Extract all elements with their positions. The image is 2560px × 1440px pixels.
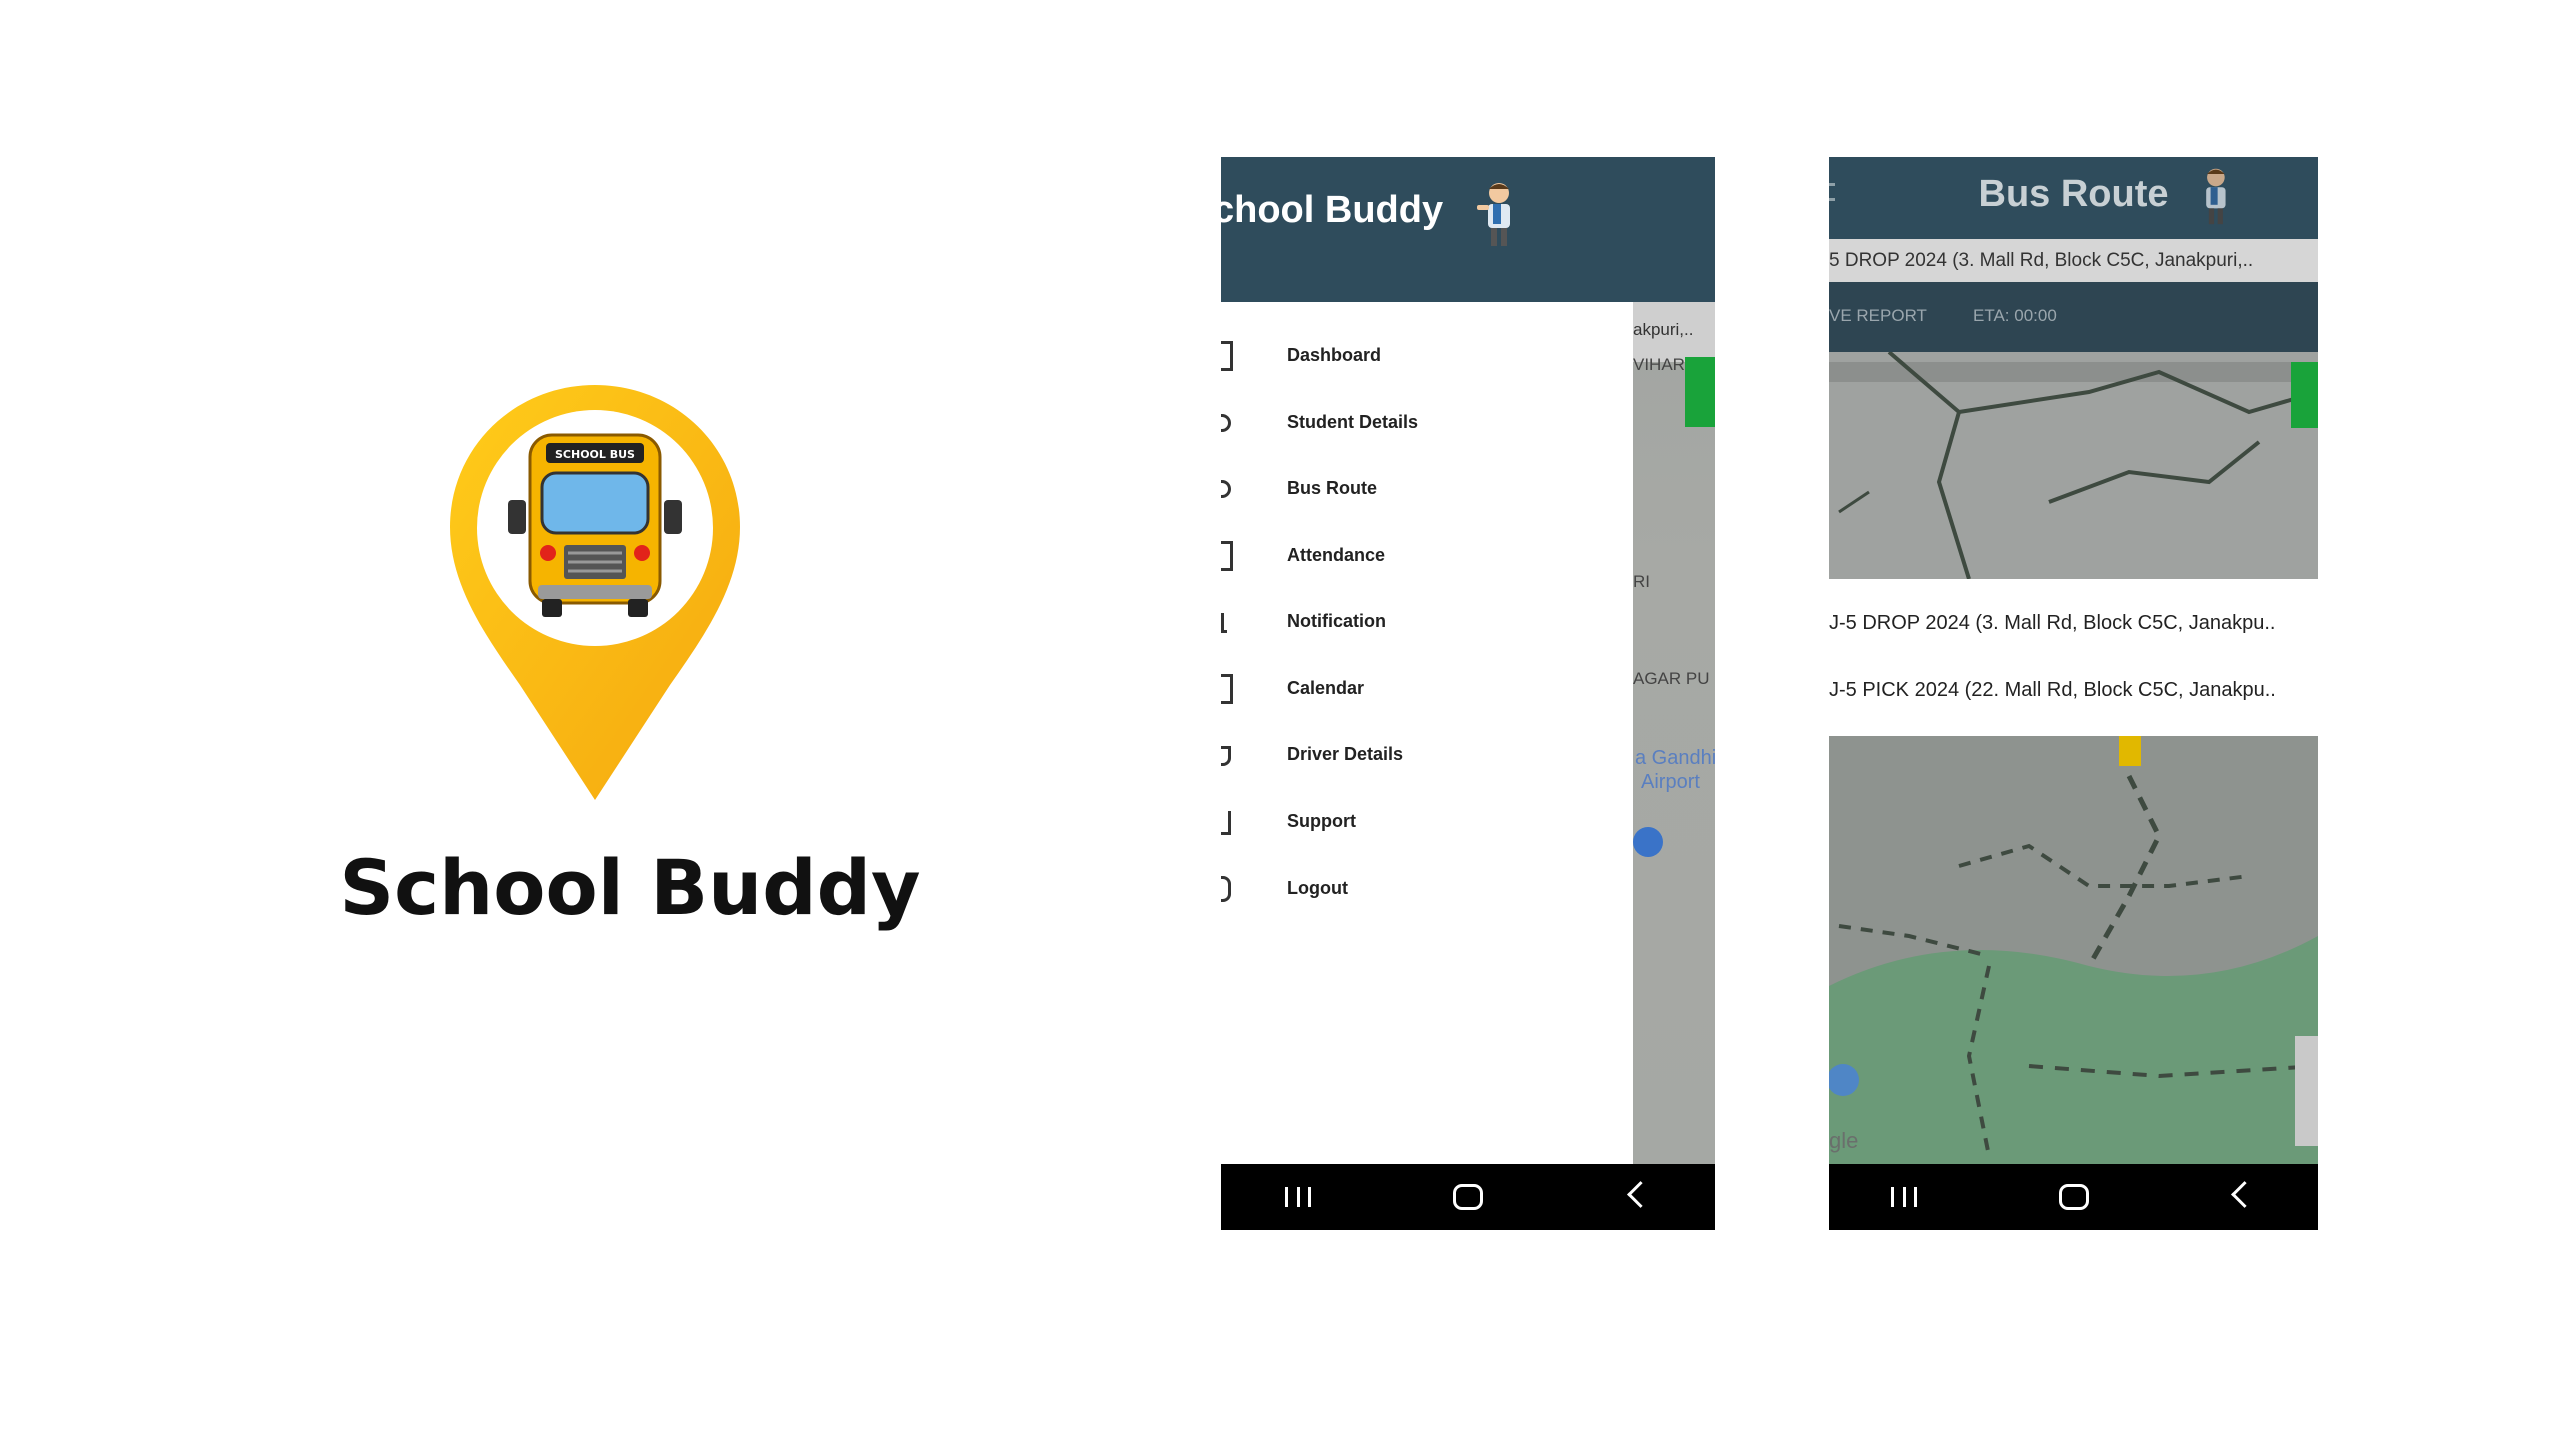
back-icon[interactable] [2231,1181,2258,1208]
menu-item-logout[interactable]: Logout [1221,860,1633,920]
drawer-title: chool Buddy [1221,189,1444,231]
menu-item-bus-route[interactable]: Bus Route [1221,460,1633,520]
location-pin-icon [1221,480,1231,498]
menu-label: Dashboard [1287,345,1382,365]
student-mascot-icon [1477,183,1510,246]
attendance-icon [1221,541,1233,571]
phone-screenshot-bus-route: Bus Route 5 DROP 2024 (3. Mall Rd, Block… [1829,157,2318,1230]
menu-label: Notification [1287,611,1386,631]
brand-title: School Buddy [339,843,921,932]
phone-screenshot-drawer: akpuri,.. VIHAR RI AGAR PU a Gandhi Airp… [1221,157,1715,1230]
home-icon[interactable] [1453,1184,1483,1210]
map-roads [1829,352,2318,579]
selected-route-bar[interactable]: 5 DROP 2024 (3. Mall Rd, Block C5C, Jana… [1829,239,2318,282]
map-view-top[interactable] [1829,352,2318,579]
svg-text:SCHOOL BUS: SCHOOL BUS [555,448,635,461]
eta-label: ETA: 00:00 [1973,306,2057,325]
recent-apps-icon[interactable] [1285,1187,1311,1207]
app-header: Bus Route [1829,157,2318,239]
map-label: AGAR PU [1633,669,1710,688]
drawer-header: chool Buddy [1221,157,1633,302]
calendar-icon [1221,674,1233,704]
menu-label: Bus Route [1287,478,1377,498]
map-view-bottom[interactable]: gle [1829,736,2318,1164]
school-bus-location-pin-logo: SCHOOL BUS [450,385,740,800]
route-status-bar: VE REPORT ETA: 00:00 [1829,282,2318,352]
map-label: Airport [1641,771,1700,793]
route-bar-partial: akpuri,.. [1633,302,1715,362]
page-title: Bus Route [1978,173,2169,215]
airport-icon [1633,827,1663,857]
map-label: VIHAR [1633,355,1685,374]
menu-item-notification[interactable]: Notification [1221,593,1633,653]
menu-label: Support [1287,811,1356,831]
student-mascot-icon [2206,168,2226,225]
menu-label: Calendar [1287,678,1365,698]
school-bus-icon: SCHOOL BUS [508,433,682,617]
menu-label: Driver Details [1287,744,1404,764]
app-header-partial [1633,157,1715,302]
menu-item-calendar[interactable]: Calendar [1221,660,1633,720]
dashboard-icon [1221,341,1233,371]
map-watermark: gle [1829,1128,1859,1153]
android-nav-bar [1829,1164,2318,1230]
menu-item-support[interactable]: Support [1221,793,1633,853]
map-label: a Gandhi [1635,747,1715,769]
menu-item-attendance[interactable]: Attendance [1221,527,1633,587]
menu-item-dashboard[interactable]: Dashboard [1221,327,1633,387]
home-icon[interactable] [2059,1184,2089,1210]
bus-marker[interactable] [2119,736,2141,766]
menu-item-driver-details[interactable]: Driver Details [1221,726,1633,786]
back-icon[interactable] [1627,1181,1654,1208]
android-nav-bar [1221,1164,1715,1230]
selected-route-text: 5 DROP 2024 (3. Mall Rd, Block C5C, Jana… [1829,250,2254,271]
recent-apps-icon[interactable] [1891,1187,1917,1207]
menu-label: Student Details [1287,412,1419,432]
map-label: akpuri,.. [1633,320,1694,339]
navigation-drawer: chool Buddy Dashboard Student Details Bu… [1221,157,1633,1164]
menu-label: Logout [1287,878,1348,898]
route-item-text: J-5 PICK 2024 (22. Mall Rd, Block C5C, J… [1829,679,2276,701]
menu-label: Attendance [1287,545,1386,565]
map-terrain [1829,736,2318,1164]
route-item-text: J-5 DROP 2024 (3. Mall Rd, Block C5C, Ja… [1829,612,2276,634]
map-label: RI [1633,572,1650,591]
student-icon [1221,414,1231,432]
support-icon [1221,811,1231,835]
logout-icon [1221,876,1231,902]
driver-icon [1221,746,1231,766]
menu-item-student-details[interactable]: Student Details [1221,394,1633,454]
bus-marker[interactable] [1685,357,1715,427]
route-item[interactable]: J-5 PICK 2024 (22. Mall Rd, Block C5C, J… [1829,679,2318,702]
live-report-label[interactable]: VE REPORT [1829,306,1927,326]
route-item[interactable]: J-5 DROP 2024 (3. Mall Rd, Block C5C, Ja… [1829,612,2318,635]
bus-marker[interactable] [2291,362,2318,428]
bell-icon [1221,613,1227,633]
